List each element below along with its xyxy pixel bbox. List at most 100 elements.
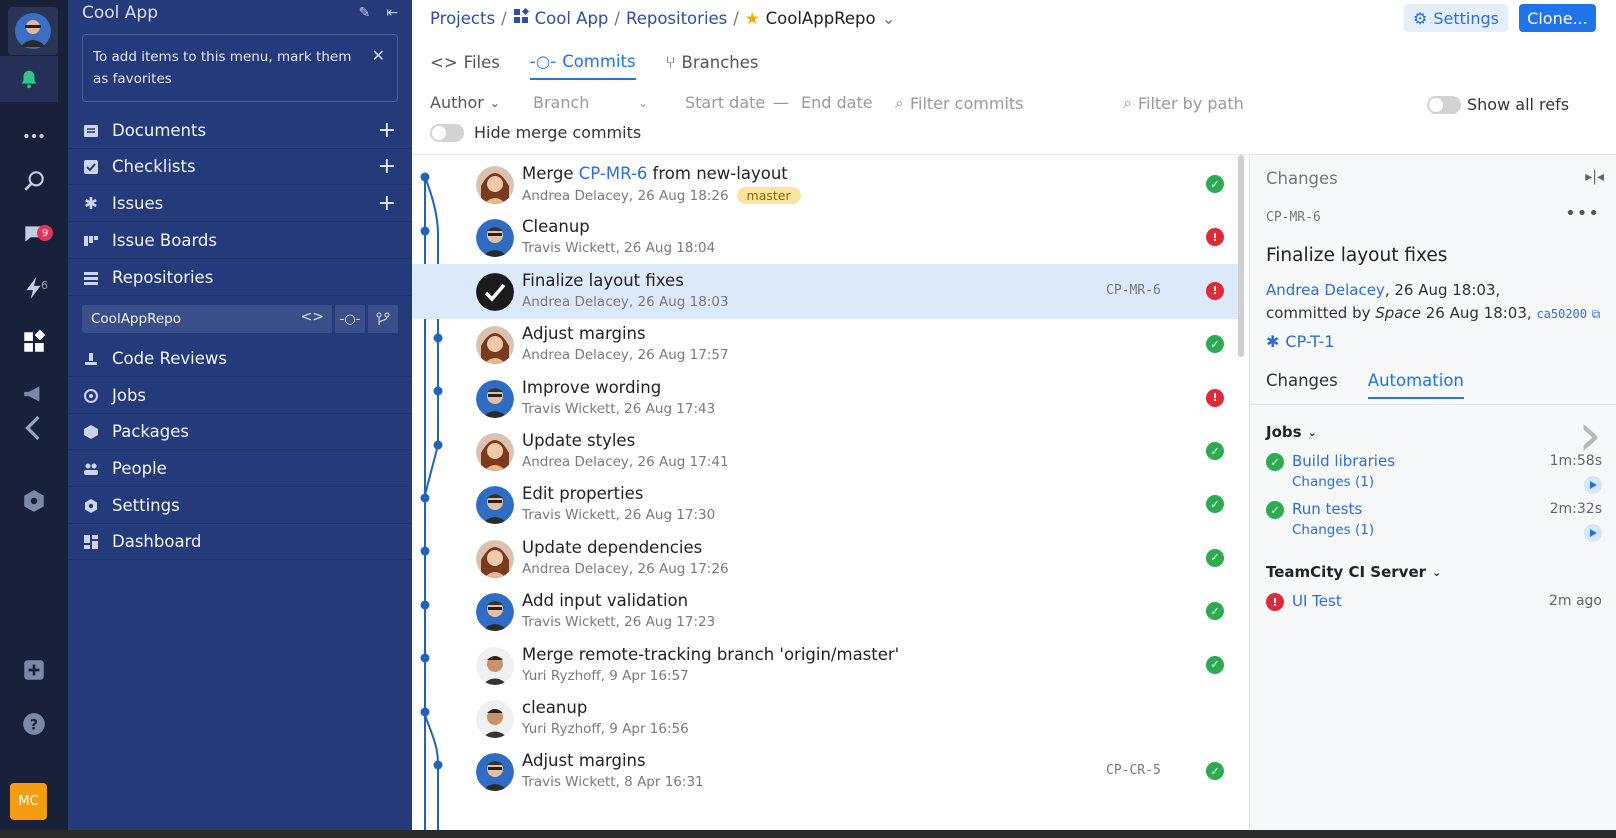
commit-row[interactable]: Finalize layout fixes Andrea Delacey, 26 …	[412, 263, 1242, 319]
commit-title[interactable]: cleanup	[522, 698, 587, 717]
commit-row[interactable]: Update dependencies Andrea Delacey, 26 Au…	[412, 531, 1242, 586]
branch-select[interactable]: Branch ⌄	[533, 93, 648, 112]
jobs-section-header[interactable]: Jobs ⌄	[1266, 423, 1317, 441]
hide-merge-toggle[interactable]: Hide merge commits	[430, 123, 641, 142]
ci-job-name[interactable]: UI Test	[1292, 592, 1342, 610]
projects-icon[interactable]	[0, 318, 68, 366]
more-options-icon[interactable]: •••	[1565, 203, 1600, 224]
review-id[interactable]: CP-MR-6	[1106, 283, 1161, 298]
edit-pencil-icon[interactable]: ✎	[359, 5, 371, 21]
commit-title[interactable]: Finalize layout fixes	[522, 271, 684, 290]
commits-icon[interactable]: -○-	[335, 305, 365, 333]
collapse-sidebar-icon[interactable]: ⇤	[386, 5, 398, 21]
add-checklist-button[interactable]: +	[378, 154, 396, 179]
code-icon[interactable]: <>	[301, 309, 324, 325]
sidebar-item-documents[interactable]: Documents +	[68, 113, 412, 149]
sidebar-item-repositories[interactable]: Repositories	[68, 260, 412, 296]
sidebar-item-packages[interactable]: Packages	[68, 414, 412, 450]
sidebar-item-jobs[interactable]: Jobs	[68, 378, 412, 414]
sidebar-item-people[interactable]: People	[68, 451, 412, 487]
toggle-switch[interactable]	[430, 123, 464, 142]
job-name[interactable]: Build libraries	[1292, 452, 1395, 470]
sidebar-item-checklists[interactable]: Checklists +	[68, 149, 412, 185]
commit-title[interactable]: Merge remote-tracking branch 'origin/mas…	[522, 645, 899, 664]
tab-branches[interactable]: ⑂ Branches	[666, 52, 759, 80]
job-name[interactable]: Run tests	[1292, 500, 1362, 518]
hexagon-icon[interactable]	[0, 477, 68, 525]
review-id[interactable]: CP-CR-5	[1106, 763, 1161, 778]
chevron-right-icon[interactable]: ›	[1578, 405, 1602, 465]
commit-title[interactable]: Improve wording	[522, 378, 661, 397]
filter-path-input[interactable]: ⌕ Filter by path	[1123, 93, 1244, 113]
commit-row[interactable]: Adjust margins Andrea Delacey, 26 Aug 17:…	[412, 317, 1242, 372]
end-date-input[interactable]: End date	[801, 93, 873, 112]
commit-row[interactable]: Edit properties Travis Wickett, 26 Aug 17…	[412, 477, 1242, 532]
success-icon[interactable]: ✓	[1206, 655, 1224, 674]
collapse-panel-icon[interactable]: ▸|◂	[1585, 169, 1604, 185]
merge-request-link[interactable]: CP-MR-6	[579, 164, 648, 183]
breadcrumb-repositories[interactable]: Repositories	[626, 9, 727, 28]
success-icon[interactable]: ✓	[1206, 335, 1224, 354]
clone-button[interactable]: Clone...	[1519, 4, 1596, 32]
project-name[interactable]: Cool App	[82, 3, 158, 23]
commit-title[interactable]: Cleanup	[522, 217, 590, 236]
error-icon[interactable]: !	[1206, 388, 1224, 407]
filter-commits-input[interactable]: ⌕ Filter commits	[895, 93, 1024, 113]
copy-icon[interactable]: ⧉	[1592, 307, 1601, 321]
commit-title[interactable]: Update dependencies	[522, 538, 702, 557]
notifications-bell-icon[interactable]	[0, 56, 58, 102]
toggle-switch[interactable]	[1427, 95, 1461, 114]
success-icon[interactable]: ✓	[1206, 175, 1224, 193]
sidebar-item-code-reviews[interactable]: Code Reviews	[68, 341, 412, 377]
author-link[interactable]: Andrea Delacey	[1266, 281, 1385, 299]
user-avatar[interactable]	[8, 7, 58, 55]
add-issue-button[interactable]: +	[378, 191, 396, 216]
commit-row[interactable]: Cleanup Travis Wickett, 26 Aug 18:04!	[412, 210, 1242, 265]
job-changes-link[interactable]: Changes (1)	[1292, 522, 1374, 538]
sidebar-item-dashboard[interactable]: Dashboard	[68, 524, 412, 560]
commit-row[interactable]: Adjust margins Travis Wickett, 8 Apr 16:3…	[412, 744, 1242, 799]
error-icon[interactable]: !	[1206, 281, 1224, 300]
commit-row[interactable]: cleanup Yuri Ryzhoff, 9 Apr 16:56	[412, 691, 1242, 746]
error-icon[interactable]: !	[1206, 228, 1224, 247]
commit-row[interactable]: Merge CP-MR-6 from new-layout Andrea Dela…	[412, 157, 1242, 212]
chevron-down-icon[interactable]: ⌄	[882, 9, 896, 28]
tab-files[interactable]: <> Files	[430, 52, 500, 80]
repo-link[interactable]: CoolAppRepo <>	[82, 305, 332, 333]
success-icon[interactable]: ✓	[1206, 762, 1224, 781]
back-arrow-icon[interactable]	[0, 404, 68, 452]
sidebar-item-issue-boards[interactable]: Issue Boards	[68, 223, 412, 259]
play-icon[interactable]	[1584, 524, 1602, 542]
commit-title[interactable]: Merge CP-MR-6 from new-layout	[522, 164, 788, 183]
add-document-button[interactable]: +	[378, 118, 396, 143]
commit-title[interactable]: Update styles	[522, 431, 635, 450]
search-icon[interactable]	[0, 157, 68, 205]
breadcrumb-project[interactable]: Cool App	[535, 9, 609, 28]
commit-list-scrollbar[interactable]	[1238, 155, 1244, 357]
close-icon[interactable]: ✕	[372, 45, 385, 67]
star-icon[interactable]: ★	[745, 9, 760, 28]
author-filter[interactable]: Author ⌄	[430, 93, 500, 112]
start-date-input[interactable]: Start date	[685, 93, 765, 112]
show-all-refs-toggle[interactable]: Show all refs	[1427, 95, 1569, 114]
tab-automation[interactable]: Automation	[1367, 371, 1464, 399]
lightning-icon[interactable]	[0, 264, 68, 312]
ci-section-header[interactable]: TeamCity CI Server ⌄	[1266, 563, 1441, 581]
commit-row[interactable]: Improve wording Travis Wickett, 26 Aug 17…	[412, 371, 1242, 426]
commit-row[interactable]: Add input validation Travis Wickett, 26 A…	[412, 584, 1242, 639]
linked-issue[interactable]: ✱ CP-T-1	[1266, 332, 1334, 351]
commit-title[interactable]: Add input validation	[522, 591, 688, 610]
add-icon[interactable]	[0, 646, 68, 694]
success-icon[interactable]: ✓	[1206, 548, 1224, 567]
commit-row[interactable]: Merge remote-tracking branch 'origin/mas…	[412, 638, 1242, 693]
success-icon[interactable]: ✓	[1206, 602, 1224, 621]
tab-changes[interactable]: Changes	[1266, 371, 1338, 399]
chats-icon[interactable]	[0, 210, 68, 258]
commit-row[interactable]: Update styles Andrea Delacey, 26 Aug 17:4…	[412, 424, 1242, 479]
commit-title[interactable]: Adjust margins	[522, 751, 646, 770]
job-changes-link[interactable]: Changes (1)	[1292, 474, 1374, 490]
tab-commits[interactable]: -○- Commits	[529, 52, 636, 80]
breadcrumb-projects[interactable]: Projects	[430, 9, 495, 28]
play-icon[interactable]	[1584, 476, 1602, 494]
branches-icon[interactable]	[368, 305, 398, 333]
